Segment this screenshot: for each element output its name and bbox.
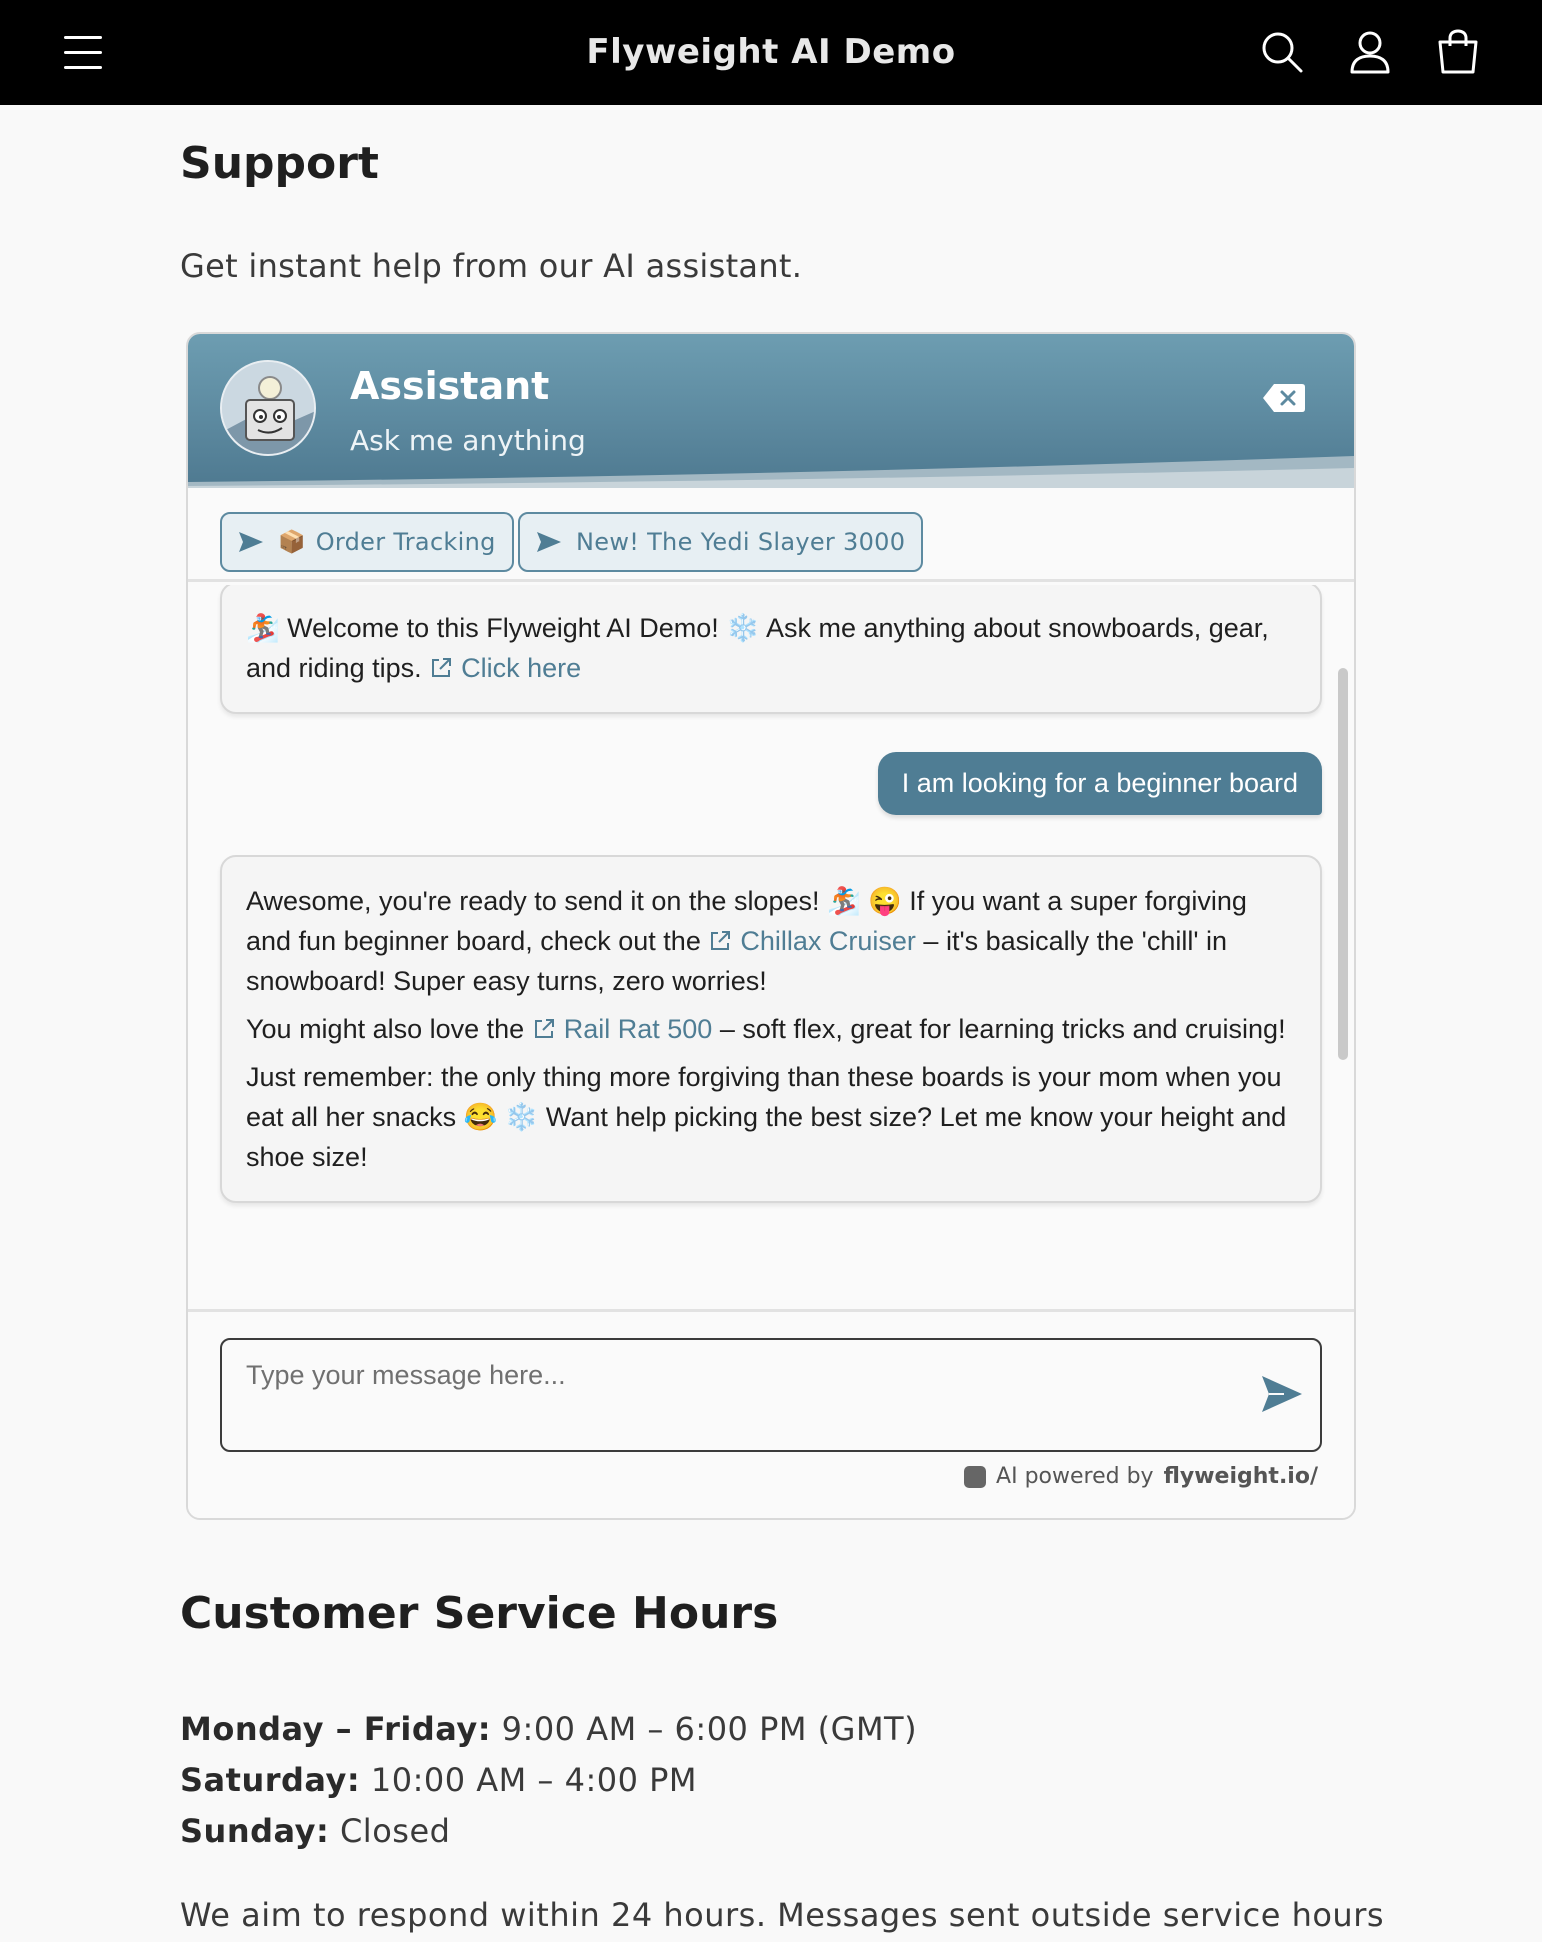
message-input[interactable] xyxy=(220,1338,1322,1452)
cart-icon[interactable] xyxy=(1434,28,1482,76)
flyweight-logo-icon xyxy=(964,1465,987,1488)
message-list[interactable]: 🏂 Welcome to this Flyweight AI Demo! ❄️ … xyxy=(188,585,1354,1307)
search-icon[interactable] xyxy=(1258,28,1306,76)
bot-message-reply: Awesome, you're ready to send it on the … xyxy=(220,855,1322,1203)
hours-time: 10:00 AM – 4:00 PM xyxy=(370,1761,698,1799)
reply-text: – soft flex, great for learning tricks a… xyxy=(719,1014,1286,1044)
hours-list: Monday – Friday: 9:00 AM – 6:00 PM (GMT)… xyxy=(180,1704,917,1857)
powered-brand-link[interactable]: flyweight.io/ xyxy=(1164,1464,1318,1489)
response-note: We aim to respond within 24 hours. Messa… xyxy=(180,1896,1385,1934)
chip-yedi-slayer[interactable]: New! The Yedi Slayer 3000 xyxy=(518,512,924,572)
header-wave xyxy=(188,456,1354,488)
quick-reply-bar: 📦 Order Tracking New! The Yedi Slayer 30… xyxy=(188,488,1354,582)
powered-by: AI powered by flyweight.io/ xyxy=(964,1464,1318,1489)
external-link-icon xyxy=(711,931,731,950)
reply-text: You might also love the xyxy=(246,1014,525,1044)
page-title: Support xyxy=(180,138,379,189)
chat-header: Assistant Ask me anything xyxy=(188,334,1354,488)
hours-day: Saturday: xyxy=(180,1761,361,1799)
welcome-text: Welcome to this Flyweight AI Demo! xyxy=(287,613,719,643)
powered-label: AI powered by xyxy=(996,1464,1154,1489)
external-link-icon xyxy=(432,658,452,677)
send-icon xyxy=(239,532,263,552)
hours-row: Sunday: Closed xyxy=(180,1806,917,1857)
hours-day: Monday – Friday: xyxy=(180,1710,491,1748)
click-here-link[interactable]: Click here xyxy=(429,653,581,683)
close-chat-icon[interactable] xyxy=(1262,382,1306,414)
reply-text: Just remember: the only thing more forgi… xyxy=(246,1062,1287,1172)
composer: AI powered by flyweight.io/ xyxy=(188,1309,1354,1518)
hours-time: Closed xyxy=(339,1812,451,1850)
page-subtitle: Get instant help from our AI assistant. xyxy=(180,247,803,285)
send-icon xyxy=(537,532,561,552)
chip-label: New! The Yedi Slayer 3000 xyxy=(576,528,906,556)
site-title[interactable]: Flyweight AI Demo xyxy=(0,32,1542,72)
chat-widget: Assistant Ask me anything 📦 Order Tracki… xyxy=(186,332,1356,1520)
account-icon[interactable] xyxy=(1346,28,1394,76)
snowboarder-emoji: 🏂 xyxy=(246,613,280,643)
external-link-icon xyxy=(534,1019,554,1038)
top-navigation-bar: Flyweight AI Demo xyxy=(0,0,1542,105)
message-scrollbar[interactable] xyxy=(1338,668,1348,1060)
send-icon[interactable] xyxy=(1260,1374,1304,1414)
chillax-cruiser-link[interactable]: Chillax Cruiser xyxy=(708,926,916,956)
assistant-avatar xyxy=(220,360,316,456)
hours-day: Sunday: xyxy=(180,1812,330,1850)
chip-order-tracking[interactable]: 📦 Order Tracking xyxy=(220,512,514,572)
rail-rat-link[interactable]: Rail Rat 500 xyxy=(532,1014,713,1044)
package-icon: 📦 xyxy=(278,529,306,555)
user-message: I am looking for a beginner board xyxy=(877,752,1322,815)
hours-row: Saturday: 10:00 AM – 4:00 PM xyxy=(180,1755,917,1806)
link-text: Rail Rat 500 xyxy=(563,1014,713,1044)
chat-title: Assistant xyxy=(350,364,550,408)
link-text: Click here xyxy=(461,653,582,683)
bot-message-welcome: 🏂 Welcome to this Flyweight AI Demo! ❄️ … xyxy=(220,585,1322,714)
chip-label: Order Tracking xyxy=(315,528,496,556)
snowflake-emoji: ❄️ xyxy=(726,613,760,643)
hours-time: 9:00 AM – 6:00 PM (GMT) xyxy=(501,1710,918,1748)
hours-title: Customer Service Hours xyxy=(180,1588,779,1639)
hours-row: Monday – Friday: 9:00 AM – 6:00 PM (GMT) xyxy=(180,1704,917,1755)
link-text: Chillax Cruiser xyxy=(740,926,916,956)
